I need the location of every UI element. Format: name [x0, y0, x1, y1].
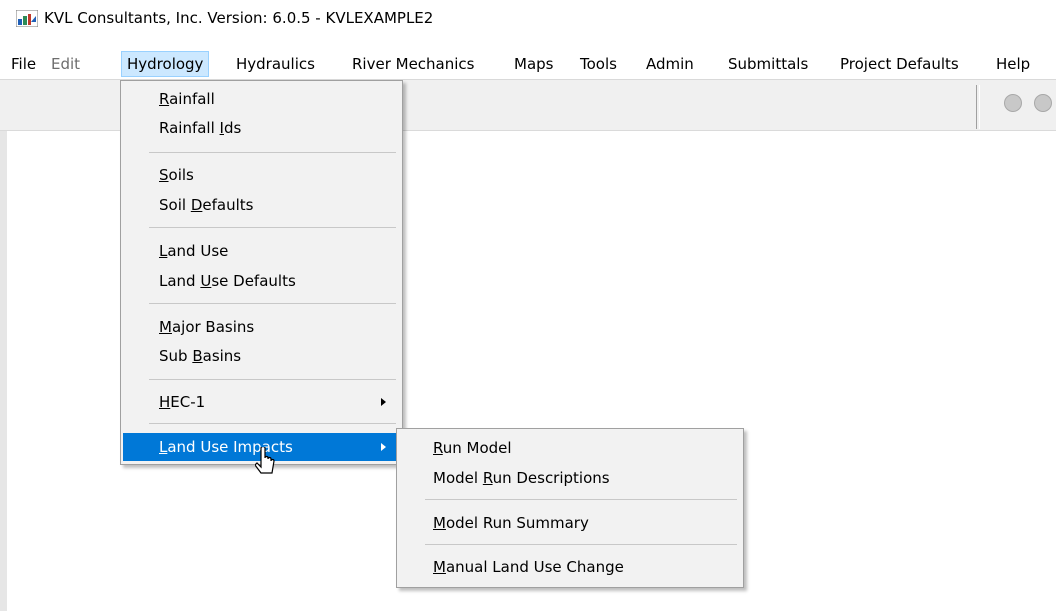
menu-project-defaults[interactable]: Project Defaults — [840, 52, 959, 76]
submenu-arrow-icon — [381, 443, 386, 451]
submenu-item-run-model[interactable]: Run Model — [399, 434, 741, 462]
menu-admin[interactable]: Admin — [646, 52, 694, 76]
menu-file[interactable]: File — [11, 52, 36, 76]
menu-item-major-basins[interactable]: Major Basins — [123, 313, 400, 341]
menu-edit[interactable]: Edit — [51, 52, 80, 76]
menu-maps[interactable]: Maps — [514, 52, 553, 76]
menu-item-soils[interactable]: Soils — [123, 161, 400, 189]
toolbar-separator — [976, 85, 980, 129]
menu-submittals[interactable]: Submittals — [728, 52, 808, 76]
menu-item-land-use[interactable]: Land Use — [123, 237, 400, 265]
menu-item-land-use-defaults[interactable]: Land Use Defaults — [123, 267, 400, 295]
menu-help[interactable]: Help — [996, 52, 1030, 76]
menu-item-rainfall-ids[interactable]: Rainfall Ids — [123, 114, 400, 142]
submenu-arrow-icon — [381, 398, 386, 406]
menu-separator — [425, 544, 737, 545]
hydrology-dropdown: Rainfall Rainfall Ids Soils Soil Default… — [120, 80, 403, 465]
menu-item-sub-basins[interactable]: Sub Basins — [123, 342, 400, 370]
menu-separator — [149, 227, 396, 228]
menu-river-mechanics[interactable]: River Mechanics — [352, 52, 474, 76]
menu-item-hec-1[interactable]: HEC-1 — [123, 388, 400, 416]
menu-hydrology[interactable]: Hydrology — [121, 51, 210, 77]
menu-separator — [149, 152, 396, 153]
title-bar: KVL Consultants, Inc. Version: 6.0.5 - K… — [0, 0, 1056, 38]
menu-bar: File Edit Hydrology Hydraulics River Mec… — [0, 49, 1056, 80]
submenu-item-manual-land-use-change[interactable]: Manual Land Use Change — [399, 553, 741, 581]
submenu-item-model-run-summary[interactable]: Model Run Summary — [399, 509, 741, 537]
back-icon[interactable] — [1034, 94, 1052, 112]
land-use-impacts-submenu: Run Model Model Run Descriptions Model R… — [396, 428, 744, 588]
app-icon — [16, 10, 38, 27]
menu-separator — [149, 303, 396, 304]
window-title: KVL Consultants, Inc. Version: 6.0.5 - K… — [44, 9, 434, 27]
menu-separator — [149, 379, 396, 380]
record-icon[interactable] — [1004, 94, 1022, 112]
mouse-cursor-icon — [255, 447, 275, 474]
menu-separator — [425, 499, 737, 500]
submenu-item-model-run-descriptions[interactable]: Model Run Descriptions — [399, 464, 741, 492]
menu-item-soil-defaults[interactable]: Soil Defaults — [123, 191, 400, 219]
menu-tools[interactable]: Tools — [580, 52, 617, 76]
left-border — [0, 131, 7, 611]
menu-hydraulics[interactable]: Hydraulics — [236, 52, 315, 76]
menu-separator — [149, 423, 396, 424]
menu-item-rainfall[interactable]: Rainfall — [123, 85, 400, 113]
